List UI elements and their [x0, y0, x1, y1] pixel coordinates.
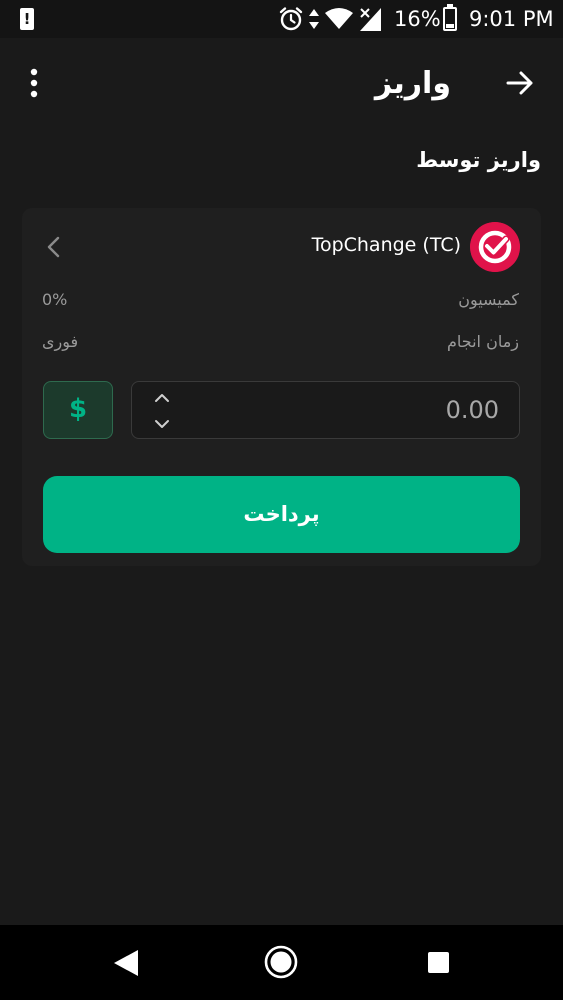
- data-arrows-icon: [309, 9, 319, 29]
- commission-label: کمیسیون: [458, 290, 519, 309]
- more-vert-icon[interactable]: [22, 68, 46, 98]
- page-title: واریز: [374, 66, 451, 101]
- section-title: واریز توسط: [416, 148, 541, 172]
- battery-icon: [443, 4, 457, 31]
- system-nav-bar: [0, 925, 563, 1000]
- payment-method-card: TopChange (TC) کمیسیون 0% زمان انجام فور…: [22, 208, 541, 566]
- topchange-logo-icon: [470, 222, 520, 272]
- stepper-icon[interactable]: [150, 387, 174, 433]
- chevron-left-icon[interactable]: [44, 235, 64, 259]
- provider-name: TopChange (TC): [311, 234, 461, 256]
- status-icons: [278, 6, 382, 32]
- amount-field[interactable]: [131, 381, 520, 439]
- time-label: زمان انجام: [446, 332, 519, 351]
- currency-button[interactable]: $: [43, 381, 113, 439]
- nav-home-icon[interactable]: [264, 945, 298, 979]
- wifi-icon: [325, 8, 353, 29]
- status-bar: ! 16% 9:01 PM: [0, 0, 563, 38]
- amount-input[interactable]: [299, 382, 499, 437]
- alarm-icon: [279, 7, 303, 31]
- nav-back-icon[interactable]: [112, 949, 140, 977]
- nav-recents-icon[interactable]: [428, 952, 449, 973]
- pay-button[interactable]: پرداخت: [43, 476, 520, 553]
- arrow-forward-icon[interactable]: [504, 68, 536, 98]
- app-header: واریز: [0, 38, 563, 128]
- signal-icon: [359, 7, 381, 31]
- status-time: 9:01 PM: [469, 7, 554, 31]
- time-value: فوری: [42, 332, 79, 351]
- alert-icon: !: [20, 8, 34, 30]
- battery-percent: 16%: [394, 7, 441, 31]
- commission-value: 0%: [42, 290, 68, 309]
